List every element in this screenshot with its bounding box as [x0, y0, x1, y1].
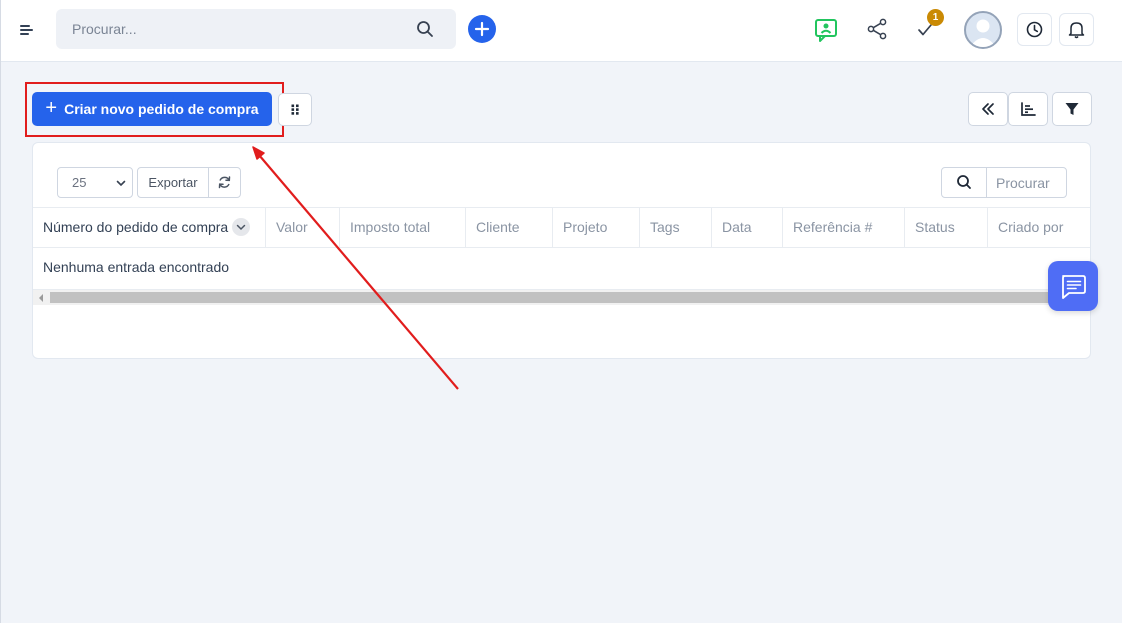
table-search [941, 167, 1067, 198]
search-icon[interactable] [942, 168, 987, 197]
chat-bubble-icon [1062, 275, 1086, 299]
filter-icon [1065, 103, 1079, 115]
search-icon[interactable] [416, 20, 434, 38]
export-button-group: Exportar [137, 167, 241, 198]
quick-add-button[interactable] [468, 15, 496, 43]
table-search-input[interactable] [987, 168, 1065, 197]
page-size-value: 25 [72, 175, 87, 190]
column-header-status[interactable]: Status [905, 208, 988, 247]
grid-view-button[interactable] [278, 93, 312, 126]
double-chevron-left-icon [982, 103, 994, 115]
column-header-client[interactable]: Cliente [466, 208, 553, 247]
horizontal-scrollbar[interactable] [33, 289, 1090, 305]
empty-table-message: Nenhuma entrada encontrado [43, 259, 230, 275]
bell-icon[interactable] [1059, 13, 1094, 46]
column-header-total-tax[interactable]: Imposto total [340, 208, 466, 247]
bar-chart-icon [1021, 102, 1036, 116]
global-search [56, 9, 456, 49]
scrollbar-thumb[interactable] [50, 292, 1090, 303]
user-avatar[interactable] [964, 11, 1002, 49]
refresh-button[interactable] [209, 168, 240, 197]
top-navbar: 1 [1, 0, 1122, 62]
column-header-date[interactable]: Data [712, 208, 783, 247]
collapse-panel-button[interactable] [968, 92, 1008, 126]
scroll-left-arrow-icon[interactable] [39, 294, 43, 302]
create-purchase-order-label: Criar novo pedido de compra [64, 101, 259, 117]
column-header-tags[interactable]: Tags [640, 208, 712, 247]
column-header-po-number[interactable]: Número do pedido de compra [33, 208, 266, 247]
export-button[interactable]: Exportar [138, 168, 209, 197]
plus-icon: + [45, 97, 58, 119]
grid-dots-icon [291, 104, 299, 115]
column-header-value[interactable]: Valor [266, 208, 340, 247]
refresh-icon [218, 176, 231, 189]
clock-icon[interactable] [1017, 13, 1052, 46]
support-chat-icon[interactable] [809, 14, 845, 46]
purchase-orders-table-card: 25 Exportar Número do pedido de compra [32, 142, 1091, 359]
create-purchase-order-button[interactable]: + Criar novo pedido de compra [32, 92, 272, 126]
chart-view-button[interactable] [1008, 92, 1048, 126]
column-header-reference[interactable]: Referência # [783, 208, 905, 247]
column-header-created-by[interactable]: Criado por [988, 208, 1090, 247]
hamburger-menu-icon[interactable] [20, 25, 34, 37]
filter-button[interactable] [1052, 92, 1092, 126]
column-header-label: Número do pedido de compra [43, 219, 229, 235]
column-header-project[interactable]: Projeto [553, 208, 640, 247]
global-search-input[interactable] [56, 9, 416, 49]
tasks-count-badge: 1 [927, 9, 944, 26]
plus-icon [474, 21, 490, 37]
table-header: Número do pedido de compra Valor Imposto… [33, 207, 1090, 248]
sort-chevron-icon[interactable] [232, 218, 251, 237]
page-size-select[interactable]: 25 [57, 167, 133, 198]
share-icon[interactable] [859, 14, 895, 46]
chat-widget-button[interactable] [1048, 261, 1098, 311]
chevron-down-icon [116, 180, 126, 187]
